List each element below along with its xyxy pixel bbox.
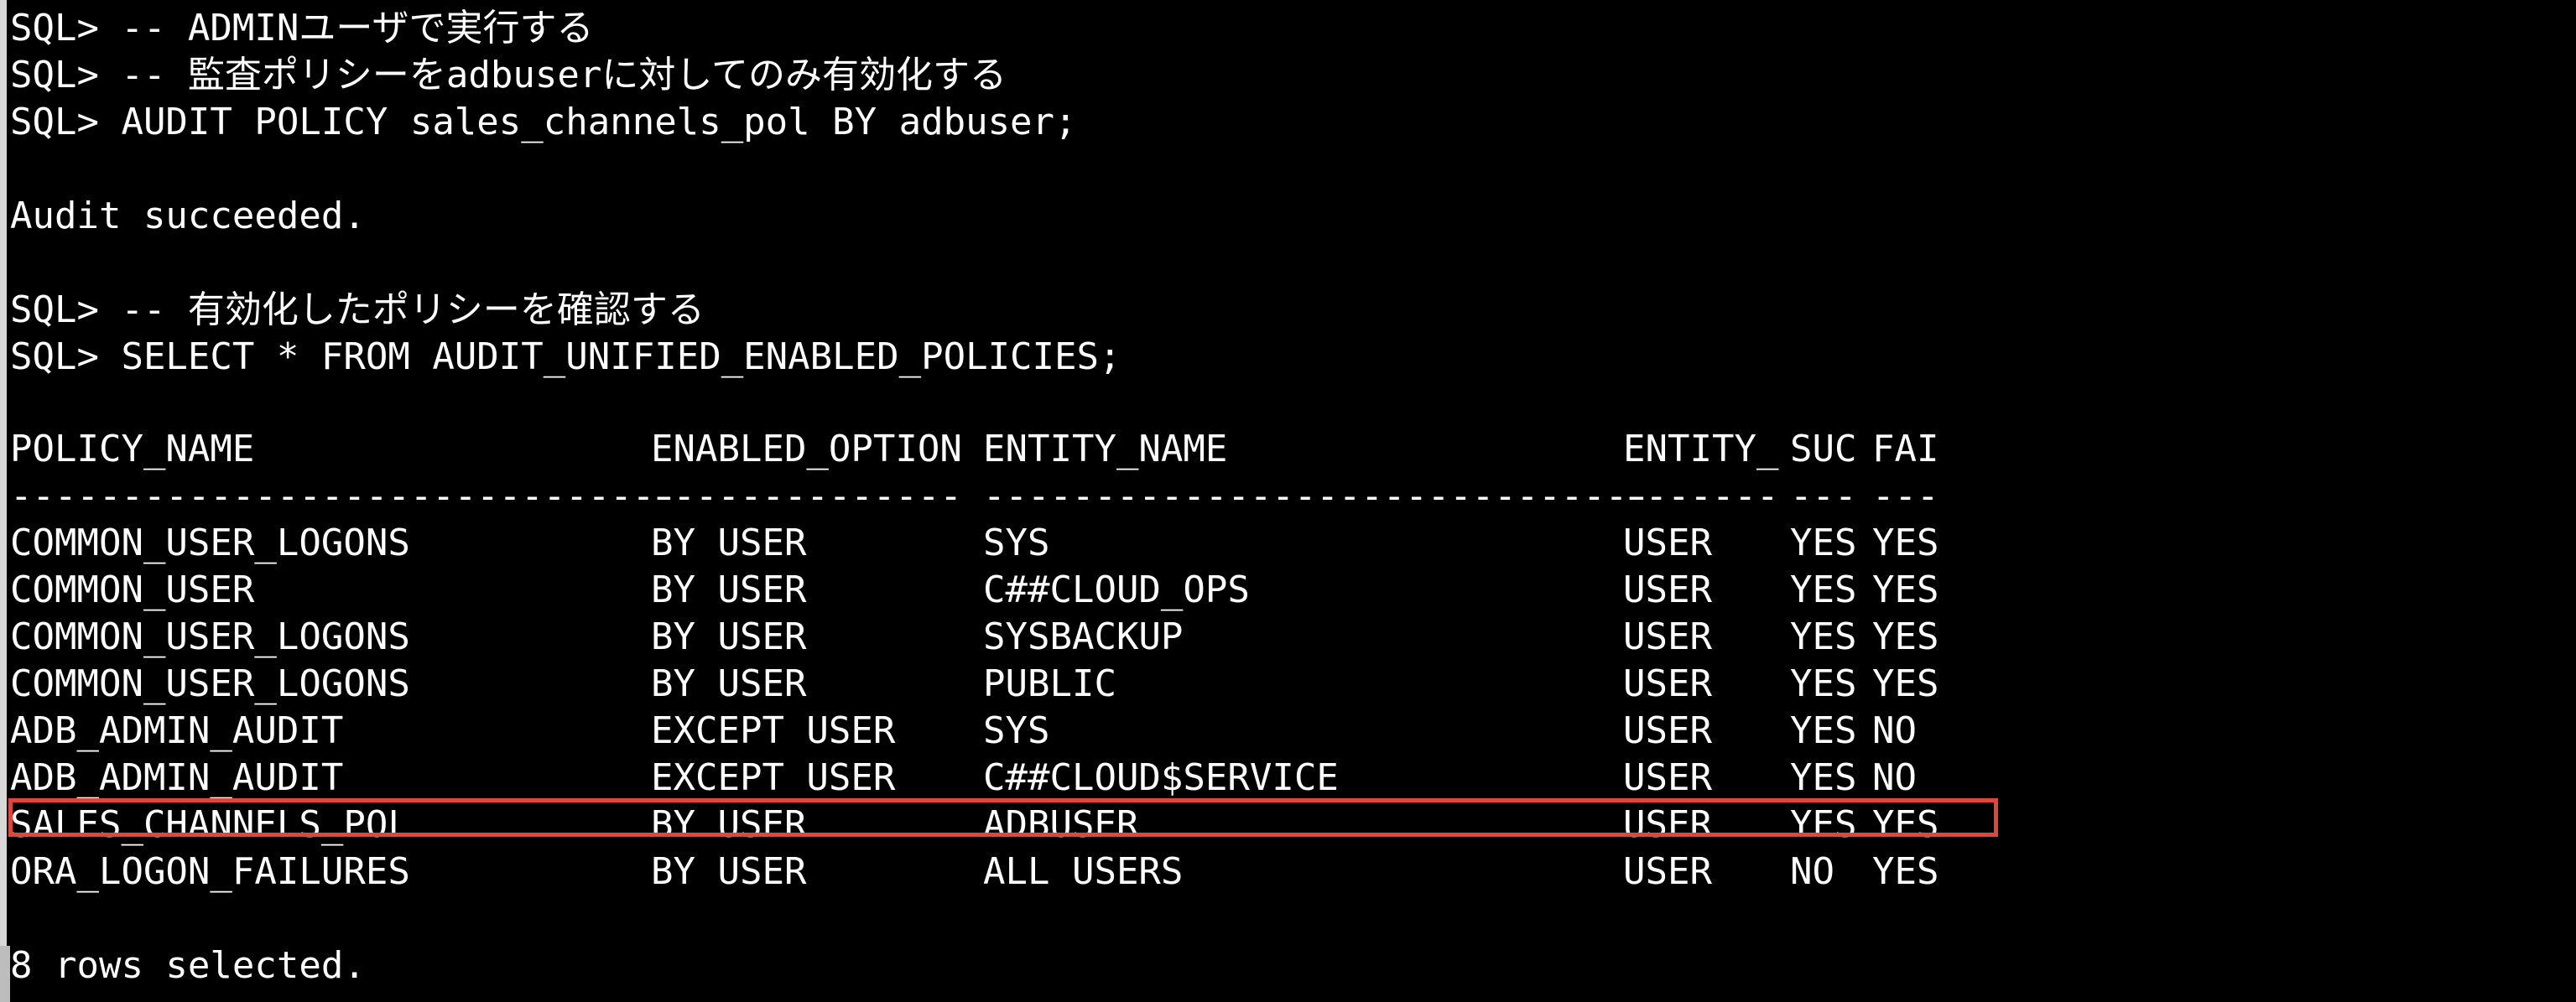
cell-entity-name: SYSBACKUP — [983, 615, 1184, 658]
terminal-window[interactable]: SQL> -- ADMINユーザで実行する SQL> -- 監査ポリシーをadb… — [0, 0, 2576, 1002]
table-row: COMMON_USER_LOGONS BY USER SYS USER YES … — [10, 520, 1939, 567]
cell-success: YES — [1790, 662, 1857, 705]
cell-policy-name: COMMON_USER_LOGONS — [10, 662, 410, 705]
cell-policy-name: ADB_ADMIN_AUDIT — [10, 756, 344, 799]
cell-policy-name: COMMON_USER_LOGONS — [10, 615, 410, 658]
separator-policy-name: ------------------------------ — [10, 475, 677, 517]
cell-failure: YES — [1872, 522, 1939, 564]
table-row: COMMON_USER_LOGONS BY USER PUBLIC USER Y… — [10, 661, 1939, 708]
cell-enabled-option: BY USER — [651, 662, 807, 705]
header-enabled-option: ENABLED_OPTION — [651, 428, 962, 470]
cell-entity-type: USER — [1623, 756, 1712, 799]
cell-failure: NO — [1872, 756, 1917, 799]
header-failure: FAI — [1872, 428, 1939, 470]
cell-success: YES — [1790, 568, 1857, 611]
window-lower-edge — [0, 946, 10, 1002]
table-row: ADB_ADMIN_AUDIT EXCEPT USER SYS USER YES… — [10, 708, 1917, 755]
cell-success: YES — [1790, 522, 1857, 564]
cell-enabled-option: EXCEPT USER — [651, 709, 896, 752]
cell-policy-name: ORA_LOGON_FAILURES — [10, 850, 410, 893]
cell-success: YES — [1790, 709, 1857, 752]
cell-enabled-option: EXCEPT USER — [651, 756, 896, 799]
cell-entity-name: C##CLOUD$SERVICE — [983, 756, 1339, 799]
table-row: COMMON_USER BY USER C##CLOUD_OPS USER YE… — [10, 567, 1939, 614]
cell-failure: YES — [1872, 568, 1939, 611]
table-row: ADB_ADMIN_AUDIT EXCEPT USER C##CLOUD$SER… — [10, 755, 1917, 802]
cell-failure: YES — [1872, 615, 1939, 658]
cell-failure: YES — [1872, 850, 1939, 893]
cell-enabled-option: BY USER — [651, 615, 807, 658]
cell-entity-name: SYS — [983, 522, 1050, 564]
cell-entity-name: ALL USERS — [983, 850, 1184, 893]
cell-success: YES — [1790, 756, 1857, 799]
table-row: ORA_LOGON_FAILURES BY USER ALL USERS USE… — [10, 849, 1939, 896]
table-separator-row: ------------------------------ ---------… — [10, 473, 1939, 520]
console-line-2: SQL> -- 監査ポリシーをadbuserに対してのみ有効化する — [10, 54, 1007, 96]
cell-enabled-option: BY USER — [651, 850, 807, 893]
cell-entity-name: C##CLOUD_OPS — [983, 568, 1250, 611]
cell-entity-type: USER — [1623, 615, 1712, 658]
cell-policy-name: COMMON_USER — [10, 568, 255, 611]
cell-failure: NO — [1872, 709, 1917, 752]
table-row: COMMON_USER_LOGONS BY USER SYSBACKUP USE… — [10, 614, 1939, 661]
console-line-8: SQL> SELECT * FROM AUDIT_UNIFIED_ENABLED… — [10, 335, 1121, 378]
separator-entity-type: ------- — [1623, 475, 1779, 517]
separator-failure: --- — [1872, 475, 1939, 517]
window-left-edge — [0, 0, 7, 1002]
header-entity-type: ENTITY_ — [1623, 428, 1779, 470]
cell-enabled-option: BY USER — [651, 522, 807, 564]
cell-entity-name: SYS — [983, 709, 1050, 752]
separator-enabled-option: -------------- — [651, 475, 962, 517]
cell-entity-type: USER — [1623, 662, 1712, 705]
highlight-box — [8, 798, 1998, 837]
cell-entity-type: USER — [1623, 568, 1712, 611]
cell-policy-name: ADB_ADMIN_AUDIT — [10, 709, 344, 752]
cell-entity-name: PUBLIC — [983, 662, 1116, 705]
header-policy-name: POLICY_NAME — [10, 428, 255, 470]
header-success: SUC — [1790, 428, 1857, 470]
console-line-3: SQL> AUDIT POLICY sales_channels_pol BY … — [10, 101, 1077, 143]
cell-entity-type: USER — [1623, 850, 1712, 893]
cell-success: NO — [1790, 850, 1834, 893]
cell-failure: YES — [1872, 662, 1939, 705]
cell-entity-type: USER — [1623, 522, 1712, 564]
console-line-5: Audit succeeded. — [10, 195, 366, 237]
rows-selected-message: 8 rows selected. — [10, 944, 366, 987]
cell-success: YES — [1790, 615, 1857, 658]
separator-success: --- — [1790, 475, 1857, 517]
cell-entity-type: USER — [1623, 709, 1712, 752]
cell-enabled-option: BY USER — [651, 568, 807, 611]
console-line-1: SQL> -- ADMINユーザで実行する — [10, 7, 594, 49]
cell-policy-name: COMMON_USER_LOGONS — [10, 522, 410, 564]
table-header-row: POLICY_NAME ENABLED_OPTION ENTITY_NAME E… — [10, 426, 1939, 473]
separator-entity-name: ------------------------------ — [983, 475, 1650, 517]
header-entity-name: ENTITY_NAME — [983, 428, 1228, 470]
console-line-7: SQL> -- 有効化したポリシーを確認する — [10, 288, 705, 331]
